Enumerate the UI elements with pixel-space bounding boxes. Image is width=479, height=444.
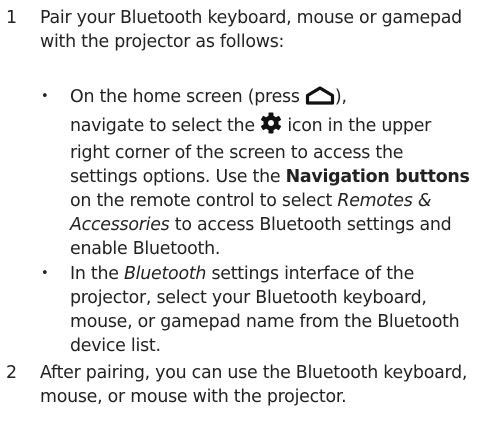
bullet-text: On the home screen (press ), navigate to … [70, 85, 473, 261]
bluetooth-label: Bluetooth [124, 264, 207, 284]
manual-page: 1 Pair your Bluetooth keyboard, mouse or… [0, 0, 479, 444]
navigation-buttons-label: Navigation buttons [285, 167, 470, 187]
text-segment: On the home screen (press [70, 87, 305, 107]
bullet-text: In the Bluetooth settings interface of t… [70, 262, 473, 358]
bullet-marker: • [41, 89, 49, 104]
home-icon [305, 86, 335, 112]
text-segment: In the [70, 264, 124, 284]
step-text: After pairing, you can use the Bluetooth… [40, 363, 468, 407]
step-number: 2 [6, 363, 17, 383]
text-segment: ), [334, 87, 347, 107]
step-text: Pair your Bluetooth keyboard, mouse or g… [40, 8, 462, 52]
gear-icon [260, 112, 282, 141]
bullet-marker: • [41, 266, 49, 281]
text-segment: navigate to select the [70, 116, 261, 136]
step-number: 1 [6, 8, 17, 28]
text-segment: on the remote control to select [70, 191, 338, 211]
